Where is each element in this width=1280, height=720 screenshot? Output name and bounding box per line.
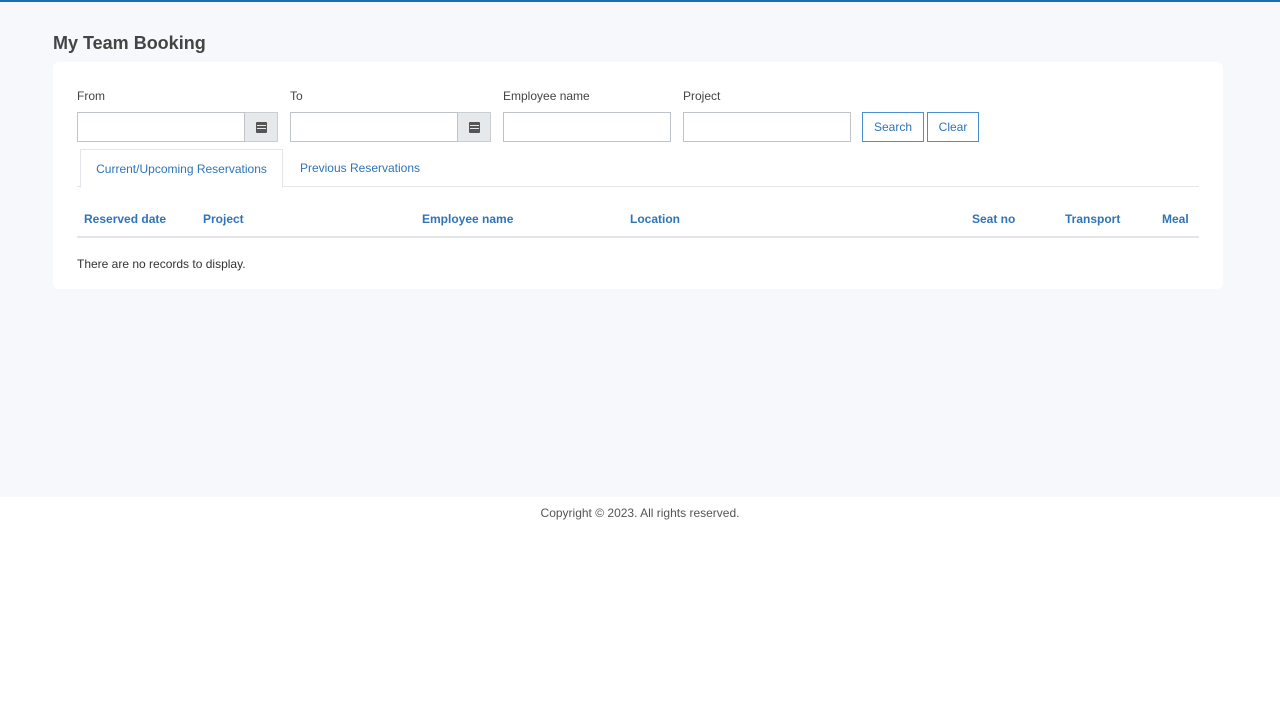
column-meal[interactable]: Meal (1162, 212, 1189, 226)
project-label: Project (683, 89, 721, 103)
column-transport[interactable]: Transport (1065, 212, 1120, 226)
tab-current-upcoming[interactable]: Current/Upcoming Reservations (80, 149, 283, 188)
project-input[interactable] (683, 112, 851, 142)
employee-name-label: Employee name (503, 89, 590, 103)
column-employee-name[interactable]: Employee name (422, 212, 513, 226)
calendar-icon (468, 121, 480, 133)
from-calendar-button[interactable] (245, 112, 278, 142)
calendar-icon (255, 121, 267, 133)
main-content: My Team Booking From To Employee name Pr… (0, 2, 1280, 497)
search-button[interactable]: Search (862, 112, 924, 142)
column-project[interactable]: Project (203, 212, 244, 226)
footer: Copyright © 2023. All rights reserved. (0, 497, 1280, 529)
column-seat-no[interactable]: Seat no (972, 212, 1015, 226)
copyright-text: Copyright © 2023. All rights reserved. (540, 506, 740, 520)
reservation-tabs: Current/Upcoming Reservations Previous R… (77, 149, 1199, 188)
tab-previous[interactable]: Previous Reservations (287, 149, 433, 187)
booking-panel: From To Employee name Project Search Cle… (53, 62, 1223, 289)
reservations-table-header: Reserved date Project Employee name Loca… (77, 202, 1199, 238)
employee-name-input[interactable] (503, 112, 671, 142)
column-location[interactable]: Location (630, 212, 680, 226)
clear-button[interactable]: Clear (927, 112, 979, 142)
to-date-input[interactable] (290, 112, 458, 142)
to-calendar-button[interactable] (458, 112, 491, 142)
from-date-input[interactable] (77, 112, 245, 142)
page-title: My Team Booking (53, 33, 206, 53)
from-label: From (77, 89, 105, 103)
to-label: To (290, 89, 303, 103)
column-reserved-date[interactable]: Reserved date (84, 212, 166, 226)
empty-table-message: There are no records to display. (77, 257, 246, 271)
